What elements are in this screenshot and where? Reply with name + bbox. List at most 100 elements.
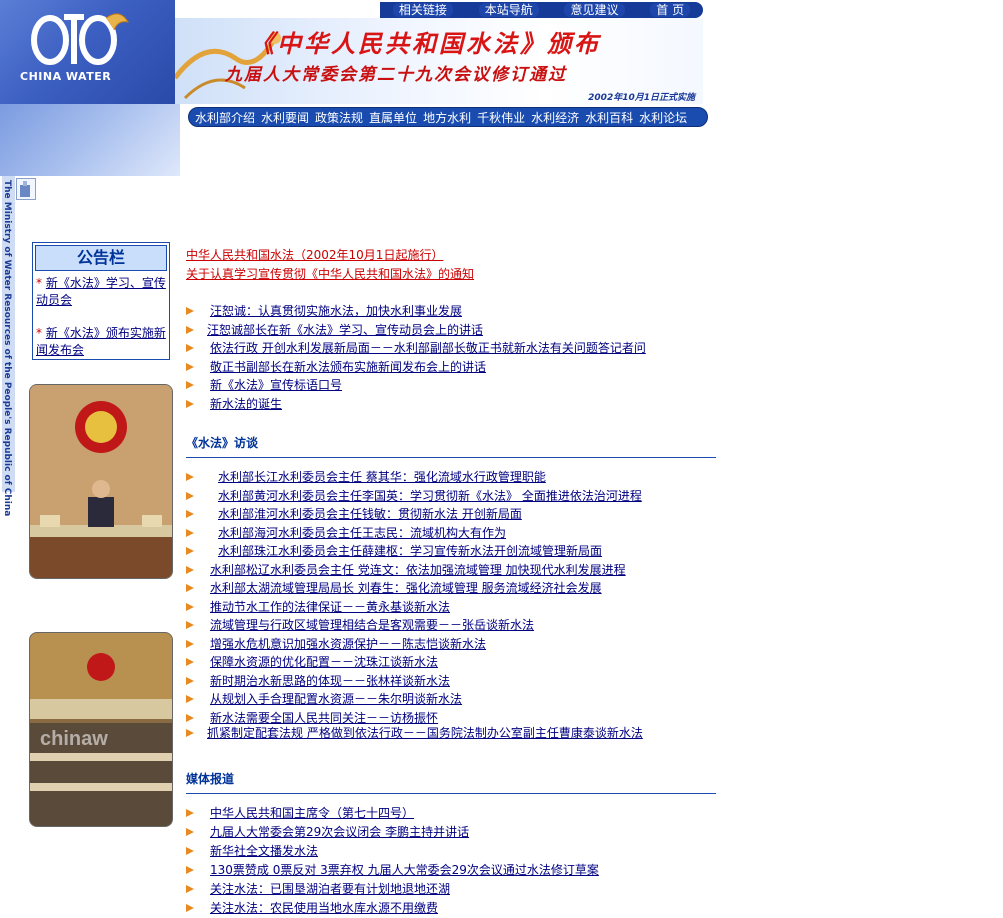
bullet-arrow-icon <box>186 621 194 629</box>
article-link[interactable]: 汪恕诚部长在新《水法》学习、宣传动员会上的讲话 <box>207 321 483 340</box>
list-item: 130票赞成 0票反对 3票弃权 九届人大常委会29次会议通过水法修订草案 <box>186 861 716 880</box>
list-item: 水利部黄河水利委员会主任李国英：学习贯彻新《水法》 全面推进依法治河进程 <box>186 487 716 506</box>
interview-link[interactable]: 流域管理与行政区域管理相结合是客观需要－－张岳谈新水法 <box>210 616 534 635</box>
interview-link[interactable]: 新时期治水新思路的体现－－张林祥谈新水法 <box>210 672 450 691</box>
interview-link[interactable]: 增强水危机意识加强水资源保护－－陈志恺谈新水法 <box>210 635 486 654</box>
article-link[interactable]: 新《水法》宣传标语口号 <box>210 376 342 395</box>
interview-link[interactable]: 水利部松辽水利委员会主任 党连文：依法加强流域管理 加快现代水利发展进程 <box>210 561 626 580</box>
list-item: 流域管理与行政区域管理相结合是客观需要－－张岳谈新水法 <box>186 616 716 635</box>
list-item: 新时期治水新思路的体现－－张林祥谈新水法 <box>186 672 716 691</box>
nav-water-economy[interactable]: 水利经济 <box>531 109 579 126</box>
top-nav-site-map[interactable]: 本站导航 <box>478 3 539 17</box>
meeting-photo-image <box>30 385 172 578</box>
bullet-arrow-icon <box>186 584 194 592</box>
photo-watermark: chinaw <box>40 728 108 750</box>
list-item: 水利部海河水利委员会主任王志民：流域机构大有作为 <box>186 524 716 543</box>
article-link[interactable]: 汪恕诚：认真贯彻实施水法，加快水利事业发展 <box>210 302 462 321</box>
media-link[interactable]: 九届人大常委会第29次会议闭会 李鹏主持并讲话 <box>210 823 469 842</box>
interview-link[interactable]: 水利部海河水利委员会主任王志民：流域机构大有作为 <box>218 524 506 543</box>
bullet-arrow-icon <box>186 565 194 574</box>
list-item: 增强水危机意识加强水资源保护－－陈志恺谈新水法 <box>186 635 716 654</box>
top-nav-feedback[interactable]: 意见建议 <box>564 3 625 17</box>
list-item: 抓紧制定配套法规 严格做到依法行政－－国务院法制办公室副主任曹康泰谈新水法 <box>186 724 716 743</box>
interview-link[interactable]: 水利部长江水利委员会主任 蔡其华：强化流域水行政管理职能 <box>218 468 546 487</box>
media-link[interactable]: 中华人民共和国主席令（第七十四号） <box>210 804 414 823</box>
list-item: 汪恕诚部长在新《水法》学习、宣传动员会上的讲话 <box>186 321 716 340</box>
bullet-arrow-icon <box>186 473 194 481</box>
top-nav-related-links[interactable]: 相关链接 <box>392 3 453 17</box>
article-link[interactable]: 敬正书副部长在新水法颁布实施新闻发布会上的讲话 <box>210 358 486 377</box>
main-nav: 水利部介绍 水利要闻 政策法规 直属单位 地方水利 千秋伟业 水利经济 水利百科… <box>188 107 708 127</box>
list-item: 水利部太湖流域管理局局长 刘春生：强化流域管理 服务流域经济社会发展 <box>186 579 716 598</box>
list-item: 从规划入手合理配置水资源－－朱尔明谈新水法 <box>186 690 716 709</box>
nav-affiliated-units[interactable]: 直属单位 <box>369 109 417 126</box>
interview-link[interactable]: 水利部太湖流域管理局局长 刘春生：强化流域管理 服务流域经济社会发展 <box>210 579 602 598</box>
bullet-arrow-icon <box>186 828 194 836</box>
media-link[interactable]: 新华社全文播发水法 <box>210 842 318 861</box>
bulletin-item: * 新《水法》颁布实施新闻发布会 <box>33 309 169 359</box>
logo-text: CHINA WATER <box>20 70 112 83</box>
bullet-arrow-icon <box>186 381 194 389</box>
list-item: 关注水法：农民使用当地水库水源不用缴费 <box>186 899 716 918</box>
section-divider <box>186 457 716 458</box>
list-item: 新华社全文播发水法 <box>186 842 716 861</box>
list-item: 水利部长江水利委员会主任 蔡其华：强化流域水行政管理职能 <box>186 468 716 487</box>
top-nav: 相关链接 本站导航 意见建议 首 页 <box>380 2 703 18</box>
banner-title: 《中华人民共和国水法》颁布 <box>250 29 601 58</box>
bullet-arrow-icon <box>186 809 194 817</box>
bullet-arrow-icon <box>186 847 194 855</box>
bullet-arrow-icon <box>186 528 194 537</box>
bullet-arrow-icon <box>186 547 194 555</box>
media-link[interactable]: 关注水法：农民使用当地水库水源不用缴费 <box>210 899 438 918</box>
banner-subtitle: 九届人大常委会第二十九次会议修订通过 <box>225 65 567 85</box>
nav-local-water[interactable]: 地方水利 <box>423 109 471 126</box>
media-link[interactable]: 130票赞成 0票反对 3票弃权 九届人大常委会29次会议通过水法修订草案 <box>210 861 599 880</box>
nav-great-cause[interactable]: 千秋伟业 <box>477 109 525 126</box>
nav-water-news[interactable]: 水利要闻 <box>261 109 309 126</box>
interview-link[interactable]: 水利部淮河水利委员会主任钱敏：贯彻新水法 开创新局面 <box>218 505 522 524</box>
meeting-photo-speaker <box>29 384 173 579</box>
list-item: 推动节水工作的法律保证－－黄永基谈新水法 <box>186 598 716 617</box>
bulletin-star: * <box>36 276 42 290</box>
bullet-arrow-icon <box>186 307 194 315</box>
list-item: 水利部淮河水利委员会主任钱敏：贯彻新水法 开创新局面 <box>186 505 716 524</box>
logo[interactable]: CHINA WATER <box>0 0 175 104</box>
nav-water-forum[interactable]: 水利论坛 <box>639 109 687 126</box>
nav-ministry-intro[interactable]: 水利部介绍 <box>195 109 255 126</box>
nav-policy-regulations[interactable]: 政策法规 <box>315 109 363 126</box>
section-divider <box>186 793 716 794</box>
bullet-arrow-icon <box>186 362 194 371</box>
interview-link[interactable]: 从规划入手合理配置水资源－－朱尔明谈新水法 <box>210 690 462 709</box>
bullet-arrow-icon <box>186 325 194 334</box>
bulletin-link-press-conference[interactable]: 新《水法》颁布实施新闻发布会 <box>36 326 166 357</box>
list-item: 新《水法》宣传标语口号 <box>186 376 716 395</box>
bullet-arrow-icon <box>186 491 194 500</box>
nav-water-encyclopedia[interactable]: 水利百科 <box>585 109 633 126</box>
ministry-vertical-label: The Ministry of Water Resources of the P… <box>2 176 15 516</box>
list-item: 水利部松辽水利委员会主任 党连文：依法加强流域管理 加快现代水利发展进程 <box>186 561 716 580</box>
interview-link[interactable]: 水利部黄河水利委员会主任李国英：学习贯彻新《水法》 全面推进依法治河进程 <box>218 487 642 506</box>
study-notice-link[interactable]: 关于认真学习宣传贯彻《中华人民共和国水法》的通知 <box>186 265 474 282</box>
water-logo-icon <box>31 13 129 65</box>
interview-link[interactable]: 推动节水工作的法律保证－－黄永基谈新水法 <box>210 598 450 617</box>
building-icon <box>16 178 36 200</box>
top-nav-home[interactable]: 首 页 <box>650 3 691 17</box>
interview-link[interactable]: 保障水资源的优化配置－－沈珠江谈新水法 <box>210 653 438 672</box>
bullet-arrow-icon <box>186 676 194 685</box>
article-link[interactable]: 依法行政 开创水利发展新局面－－水利部副部长敬正书就新水法有关问题答记者问 <box>210 339 646 358</box>
bullet-arrow-icon <box>186 510 194 518</box>
interview-link[interactable]: 抓紧制定配套法规 严格做到依法行政－－国务院法制办公室副主任曹康泰谈新水法 <box>207 724 643 743</box>
section-title-media: 媒体报道 <box>186 772 235 786</box>
bulletin-board: 公告栏 * 新《水法》学习、宣传动员会 * 新《水法》颁布实施新闻发布会 <box>32 242 170 360</box>
article-link[interactable]: 新水法的诞生 <box>210 395 282 414</box>
list-item: 保障水资源的优化配置－－沈珠江谈新水法 <box>186 653 716 672</box>
bullet-arrow-icon <box>186 885 194 893</box>
water-law-fulltext-link[interactable]: 中华人民共和国水法（2002年10月1日起施行） <box>186 246 443 263</box>
bullet-arrow-icon <box>186 695 194 703</box>
interview-link[interactable]: 水利部珠江水利委员会主任薛建枢：学习宣传新水法开创流域管理新局面 <box>218 542 602 561</box>
interview-list: 水利部长江水利委员会主任 蔡其华：强化流域水行政管理职能 水利部黄河水利委员会主… <box>186 468 716 742</box>
bulletin-title: 公告栏 <box>35 245 167 271</box>
bulletin-link-mobilization[interactable]: 新《水法》学习、宣传动员会 <box>36 276 166 307</box>
list-item: 九届人大常委会第29次会议闭会 李鹏主持并讲话 <box>186 823 716 842</box>
media-link[interactable]: 关注水法：已围垦湖泊者要有计划地退地还湖 <box>210 880 450 899</box>
